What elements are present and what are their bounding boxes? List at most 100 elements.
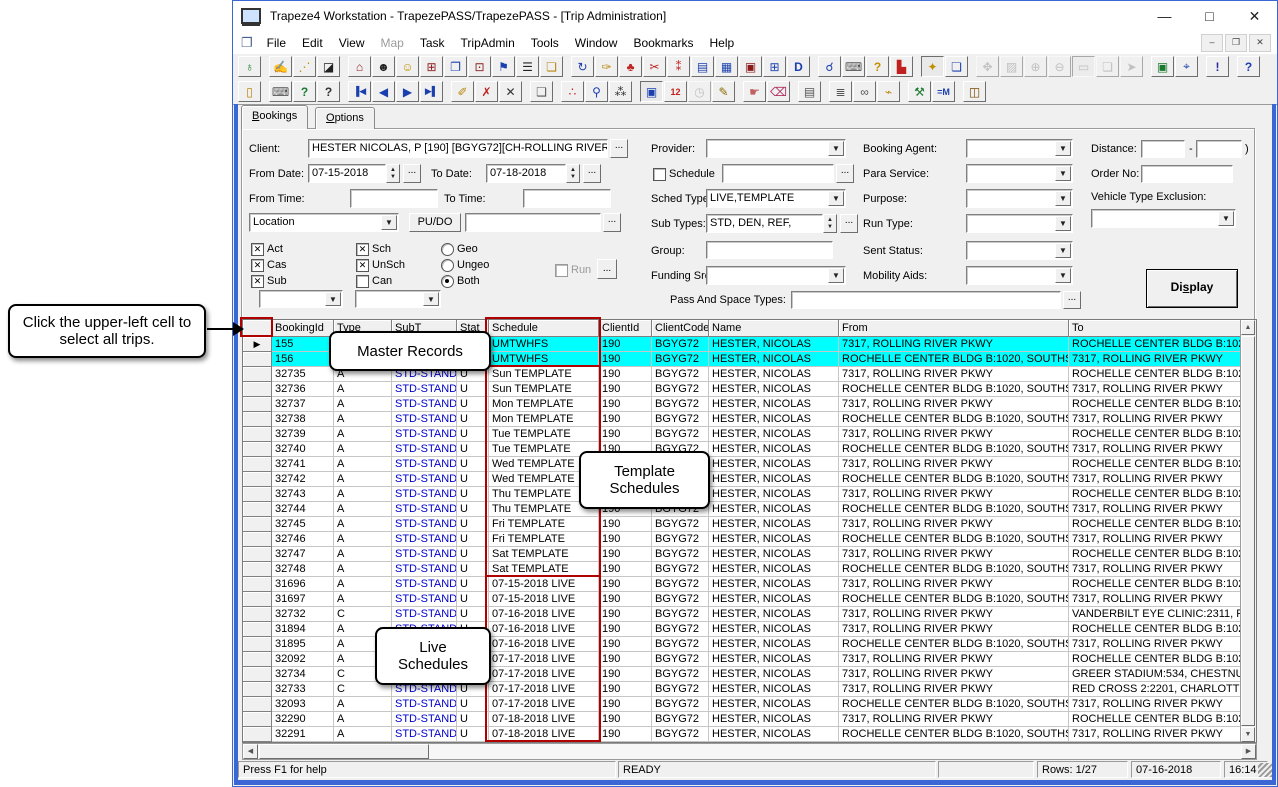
cell-clientid[interactable]: 190 xyxy=(599,622,652,637)
cell-name[interactable]: HESTER, NICOLAS xyxy=(709,472,839,487)
pudo-button[interactable]: PU/DO xyxy=(409,213,461,232)
cell-subt[interactable]: STD-STANDARD xyxy=(392,427,457,442)
client-dark-icon[interactable]: ☻ xyxy=(372,56,395,77)
horizontal-scroll-thumb[interactable] xyxy=(259,744,429,759)
cell-from[interactable]: ROCHELLE CENTER BLDG B:1020, SOUTHSIDE C xyxy=(839,442,1069,457)
table-row[interactable]: 32736 A STD-STANDARD U Sun TEMPLATE 190 … xyxy=(243,382,1256,397)
cell-clientid[interactable]: 190 xyxy=(599,562,652,577)
resize-grip[interactable] xyxy=(1258,763,1272,777)
schedule-field[interactable] xyxy=(722,164,834,183)
cell-to[interactable]: 7317, ROLLING RIVER PKWY xyxy=(1069,412,1242,427)
row-selector-cell[interactable] xyxy=(243,472,272,487)
row-selector-cell[interactable] xyxy=(243,727,272,742)
cell-name[interactable]: HESTER, NICOLAS xyxy=(709,712,839,727)
cell-type[interactable]: A xyxy=(334,727,392,742)
sub-checkbox[interactable]: ✕ xyxy=(251,275,264,288)
mdi-document-icon[interactable]: ❐ xyxy=(233,35,259,51)
cell-to[interactable]: GREER STADIUM:534, CHESTNUT xyxy=(1069,667,1242,682)
cancel-booking-icon[interactable]: ✗ xyxy=(475,81,498,102)
cell-from[interactable]: 7317, ROLLING RIVER PKWY xyxy=(839,547,1069,562)
cell-name[interactable]: HESTER, NICOLAS xyxy=(709,667,839,682)
cut-trip-icon[interactable]: ✂ xyxy=(643,56,666,77)
cell-type[interactable]: A xyxy=(334,502,392,517)
stop-truck-icon[interactable]: ▙ xyxy=(890,56,913,77)
cell-clientcode[interactable]: BGYG72 xyxy=(652,667,709,682)
cell-from[interactable]: ROCHELLE CENTER BLDG B:1020, SOUTHSIDE C xyxy=(839,412,1069,427)
table-row[interactable]: 32748 A STD-STANDARD U Sat TEMPLATE 190 … xyxy=(243,562,1256,577)
client-field[interactable]: HESTER NICOLAS, P [190] [BGYG72][CH-ROLL… xyxy=(308,139,608,158)
delete-record-icon[interactable]: ✕ xyxy=(499,81,522,102)
cell-bookingid[interactable]: 32737 xyxy=(272,397,334,412)
workstation-user-icon[interactable]: ⌨ xyxy=(842,56,865,77)
column-header-clientid[interactable]: ClientId xyxy=(599,320,652,337)
cell-name[interactable]: HESTER, NICOLAS xyxy=(709,397,839,412)
from-date-field[interactable]: 07-15-2018 xyxy=(308,164,386,183)
cell-clientcode[interactable]: BGYG72 xyxy=(652,382,709,397)
cell-clientid[interactable]: 190 xyxy=(599,712,652,727)
cell-bookingid[interactable]: 32732 xyxy=(272,607,334,622)
cell-clientcode[interactable]: BGYG72 xyxy=(652,592,709,607)
cell-clientcode[interactable]: BGYG72 xyxy=(652,517,709,532)
cell-to[interactable]: ROCHELLE CENTER BLDG B:1020, xyxy=(1069,397,1242,412)
cell-from[interactable]: 7317, ROLLING RIVER PKWY xyxy=(839,712,1069,727)
mdi-minimize-button[interactable]: – xyxy=(1201,34,1223,52)
row-selector-cell[interactable] xyxy=(243,562,272,577)
cell-name[interactable]: HESTER, NICOLAS xyxy=(709,682,839,697)
cell-clientid[interactable]: 190 xyxy=(599,352,652,367)
sub-types-field[interactable]: STD, DEN, REF, xyxy=(706,214,823,233)
column-header-clientcode[interactable]: ClientCode xyxy=(652,320,709,337)
provider-dropdown[interactable]: ▼ xyxy=(706,139,846,158)
row-selector-cell[interactable] xyxy=(243,577,272,592)
row-selector-cell[interactable] xyxy=(243,442,272,457)
menu-item[interactable]: TripAdmin xyxy=(453,34,523,52)
act-checkbox[interactable]: ✕ xyxy=(251,243,264,256)
cell-clientcode[interactable]: BGYG72 xyxy=(652,682,709,697)
cell-type[interactable]: A xyxy=(334,457,392,472)
cell-clientcode[interactable]: BGYG72 xyxy=(652,532,709,547)
cell-clientid[interactable]: 190 xyxy=(599,682,652,697)
cas-checkbox[interactable]: ✕ xyxy=(251,259,264,272)
row-selector-cell[interactable] xyxy=(243,637,272,652)
schedule-grid-icon[interactable]: ⊞ xyxy=(763,56,786,77)
cell-clientid[interactable]: 190 xyxy=(599,637,652,652)
row-selector-cell[interactable] xyxy=(243,502,272,517)
avl-monitor-icon[interactable]: ▣ xyxy=(1151,56,1174,77)
cell-type[interactable]: A xyxy=(334,592,392,607)
cell-from[interactable]: 7317, ROLLING RIVER PKWY xyxy=(839,577,1069,592)
cell-from[interactable]: ROCHELLE CENTER BLDG B:1020, SOUTHSIDE C xyxy=(839,697,1069,712)
card-suits-icon[interactable]: ♣ xyxy=(619,56,642,77)
cell-from[interactable]: ROCHELLE CENTER BLDG B:1020, SOUTHSIDE C xyxy=(839,637,1069,652)
cell-clientcode[interactable]: BGYG72 xyxy=(652,562,709,577)
maximize-button[interactable]: □ xyxy=(1187,1,1232,31)
tab-bookings[interactable]: Bookings xyxy=(241,105,308,129)
display-screen-icon[interactable]: ▣ xyxy=(640,81,663,102)
row-selector-cell[interactable] xyxy=(243,352,272,367)
cell-subt[interactable]: STD-STANDARD xyxy=(392,577,457,592)
cell-name[interactable]: HESTER, NICOLAS xyxy=(709,577,839,592)
booking-agent-dropdown[interactable]: ▼ xyxy=(966,139,1073,158)
cell-clientid[interactable]: 190 xyxy=(599,727,652,742)
distance-from-field[interactable] xyxy=(1141,140,1185,158)
cell-subt[interactable]: STD-STANDARD xyxy=(392,502,457,517)
cell-clientid[interactable]: 190 xyxy=(599,652,652,667)
close-button[interactable]: ✕ xyxy=(1232,1,1277,31)
trip-list-icon[interactable]: ☰ xyxy=(516,56,539,77)
cell-type[interactable]: A xyxy=(334,382,392,397)
cell-bookingid[interactable]: 32741 xyxy=(272,457,334,472)
client-locate-icon[interactable]: ☌ xyxy=(818,56,841,77)
schedule-date-icon[interactable]: 12 xyxy=(664,81,687,102)
row-selector-cell[interactable] xyxy=(243,427,272,442)
cell-clientid[interactable]: 190 xyxy=(599,607,652,622)
cell-name[interactable]: HESTER, NICOLAS xyxy=(709,517,839,532)
cell-clientid[interactable]: 190 xyxy=(599,697,652,712)
vertical-scrollbar[interactable]: ▲ ▼ xyxy=(1240,320,1256,742)
nav-prev-icon[interactable]: ◀ xyxy=(372,81,395,102)
match-icon[interactable]: =M xyxy=(932,81,955,102)
cell-from[interactable]: 7317, ROLLING RIVER PKWY xyxy=(839,682,1069,697)
cell-name[interactable]: HESTER, NICOLAS xyxy=(709,442,839,457)
cell-type[interactable]: A xyxy=(334,412,392,427)
cell-bookingid[interactable]: 32739 xyxy=(272,427,334,442)
menu-item[interactable]: Window xyxy=(567,34,626,52)
table-row[interactable]: 32093 A STD-STANDARD U 07-17-2018 LIVE 1… xyxy=(243,697,1256,712)
display-button[interactable]: Display xyxy=(1146,269,1238,308)
